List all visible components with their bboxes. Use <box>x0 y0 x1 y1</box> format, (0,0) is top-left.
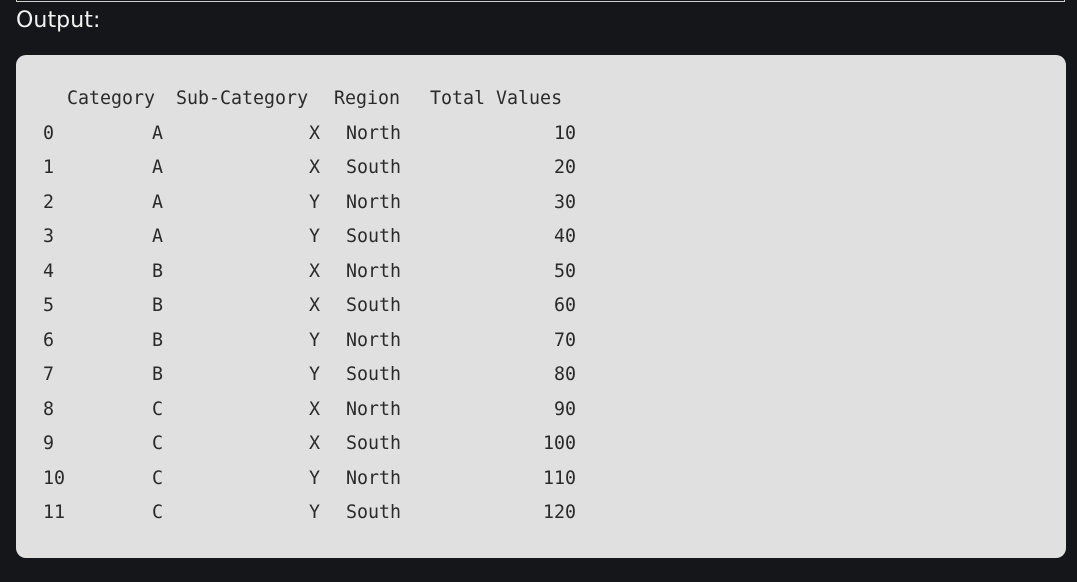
row-total-values: 110 <box>542 467 576 489</box>
header-region: Region <box>334 88 401 109</box>
row-category: A <box>152 157 164 178</box>
row-region: South <box>346 433 402 454</box>
row-region: South <box>346 157 402 178</box>
row-total-values: 90 <box>553 398 576 420</box>
row-total-values: 100 <box>542 433 576 454</box>
table-row: 11 C Y South 120 <box>43 499 576 534</box>
row-total-values: 40 <box>553 226 576 247</box>
row-index: 1 <box>43 157 55 178</box>
row-category: C <box>152 433 164 454</box>
row-total-values: 80 <box>553 364 576 385</box>
table-row: 8 C X North 90 <box>43 396 576 431</box>
row-index: 6 <box>43 329 55 351</box>
row-index: 7 <box>43 364 55 385</box>
header-row: Category Sub-Category Region Total Value… <box>43 85 562 120</box>
row-index: 11 <box>43 502 66 523</box>
row-region: North <box>346 191 402 213</box>
row-sub-category: Y <box>309 329 321 351</box>
table-row: 5 B X South 60 <box>43 292 576 327</box>
row-index: 8 <box>43 398 55 420</box>
row-total-values: 30 <box>553 191 576 213</box>
row-index: 9 <box>43 433 55 454</box>
table-row: 1 A X South 20 <box>43 154 576 189</box>
row-region: South <box>346 295 402 316</box>
row-region: South <box>346 226 402 247</box>
header-sub-category: Sub-Category <box>176 88 309 109</box>
row-category: A <box>152 226 164 247</box>
row-category: C <box>152 502 164 523</box>
row-total-values: 10 <box>553 122 576 144</box>
row-index: 3 <box>43 226 55 247</box>
row-index: 5 <box>43 295 55 316</box>
header-category: Category <box>67 88 156 109</box>
row-sub-category: Y <box>309 191 321 213</box>
row-sub-category: Y <box>309 364 321 385</box>
row-category: B <box>152 260 164 282</box>
row-index: 0 <box>43 122 55 144</box>
row-category: A <box>152 122 164 144</box>
dataframe-output: Category Sub-Category Region Total Value… <box>43 85 576 534</box>
row-category: B <box>152 364 164 385</box>
output-label: Output: <box>16 8 101 33</box>
row-category: B <box>152 329 164 351</box>
row-total-values: 60 <box>553 295 576 316</box>
previous-block-border <box>16 0 1065 2</box>
row-index: 4 <box>43 260 55 282</box>
row-sub-category: X <box>309 398 321 420</box>
row-category: C <box>152 467 164 489</box>
row-index: 10 <box>43 467 66 489</box>
row-sub-category: X <box>309 260 321 282</box>
table-row: 3 A Y South 40 <box>43 223 576 258</box>
row-sub-category: Y <box>309 502 321 523</box>
row-category: C <box>152 398 164 420</box>
row-category: A <box>152 191 164 213</box>
row-sub-category: X <box>309 433 321 454</box>
row-sub-category: X <box>309 122 321 144</box>
row-region: North <box>346 398 402 420</box>
table-row: 7 B Y South 80 <box>43 361 576 396</box>
row-total-values: 20 <box>553 157 576 178</box>
table-row: 9 C X South 100 <box>43 430 576 465</box>
row-sub-category: X <box>309 157 321 178</box>
header-total-values: Total Values <box>430 88 563 109</box>
row-region: South <box>346 502 402 523</box>
row-region: South <box>346 364 402 385</box>
row-sub-category: Y <box>309 226 321 247</box>
table-row: 10 C Y North 110 <box>43 465 576 500</box>
output-panel: Category Sub-Category Region Total Value… <box>16 55 1066 558</box>
row-region: North <box>346 260 402 282</box>
row-region: North <box>346 329 402 351</box>
table-row: 4 B X North 50 <box>43 258 576 293</box>
table-row: 2 A Y North 30 <box>43 189 576 224</box>
row-region: North <box>346 467 402 489</box>
row-sub-category: Y <box>309 467 321 489</box>
table-rows: 0 A X North 10 1 A X South 20 2 A Y North 30 3 A Y South 40… <box>43 120 576 534</box>
row-index: 2 <box>43 191 55 213</box>
row-total-values: 120 <box>542 502 576 523</box>
row-region: North <box>346 122 402 144</box>
row-category: B <box>152 295 164 316</box>
row-sub-category: X <box>309 295 321 316</box>
row-total-values: 50 <box>553 260 576 282</box>
row-total-values: 70 <box>553 329 576 351</box>
table-row: 6 B Y North 70 <box>43 327 576 362</box>
table-row: 0 A X North 10 <box>43 120 576 155</box>
